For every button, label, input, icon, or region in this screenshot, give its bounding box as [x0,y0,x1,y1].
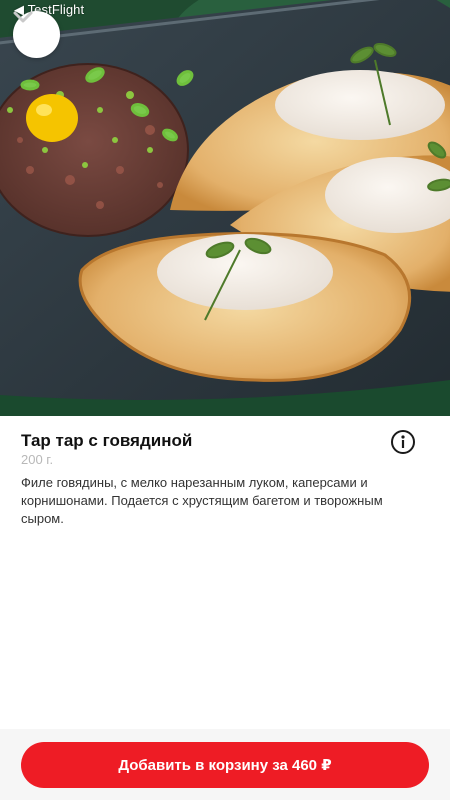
product-details: Тар тар с говядиной 200 г. Филе говядины… [0,416,450,736]
bottom-action-bar: Добавить в корзину за 460 ₽ [0,729,450,800]
dish-illustration [0,0,450,416]
product-description: Филе говядины, с мелко нарезанным луком,… [21,475,383,526]
info-button[interactable] [391,430,415,454]
info-icon [401,435,405,448]
add-to-cart-button[interactable]: Добавить в корзину за 460 ₽ [21,742,429,788]
product-photo: ◀ TestFlight [0,0,450,416]
product-title: Тар тар с говядиной [21,431,193,450]
collapse-button[interactable] [13,11,60,58]
chevron-down-icon [13,11,33,23]
product-weight: 200 г. [21,452,54,467]
